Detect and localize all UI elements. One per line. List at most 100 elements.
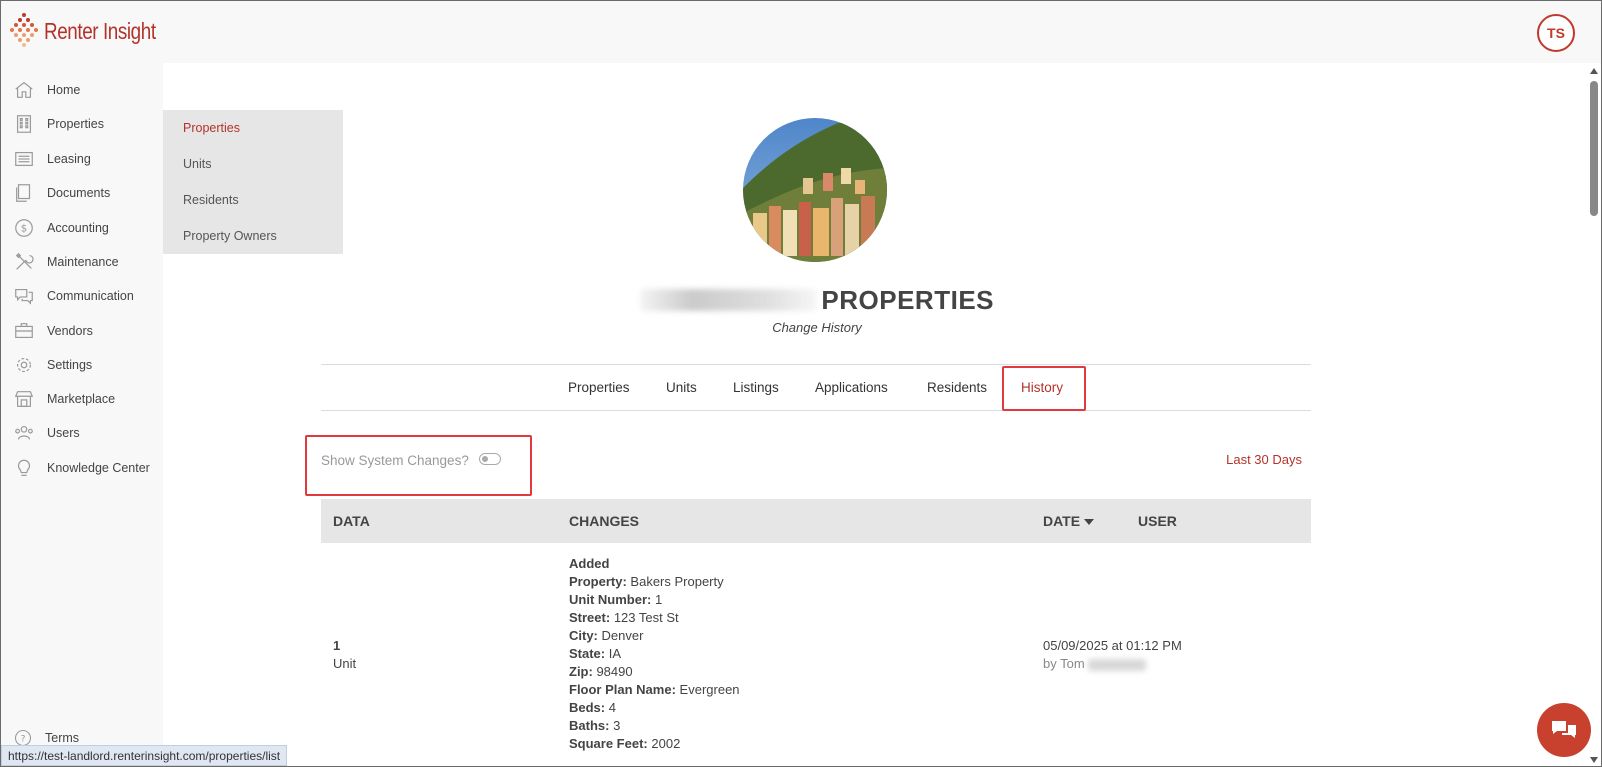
logo-dot: [18, 28, 22, 32]
data-value: 1: [333, 638, 341, 653]
sidebar-item-label: Documents: [47, 186, 111, 200]
change-label: City:: [569, 628, 598, 643]
change-line: Beds: 4: [569, 699, 740, 717]
logo-dot: [14, 33, 18, 37]
user-avatar[interactable]: TS: [1537, 14, 1575, 52]
logo-mark-icon: [10, 13, 40, 49]
sidebar-item-users[interactable]: Users: [13, 421, 80, 445]
change-label: Property:: [569, 574, 627, 589]
sidebar-item-vendors[interactable]: Vendors: [13, 319, 93, 343]
sidebar-item-knowledge-center[interactable]: Knowledge Center: [13, 456, 150, 480]
column-header-user[interactable]: USER: [1138, 513, 1177, 529]
logo-dot: [18, 18, 22, 22]
table-row-data-cell: 1 Unit: [333, 637, 356, 673]
sidebar-item-settings[interactable]: Settings: [13, 353, 92, 377]
top-header: Renter Insight TS: [1, 1, 1601, 63]
table-row-date-cell: 05/09/2025 at 01:12 PM by Tom: [1043, 637, 1182, 673]
logo-dot: [30, 23, 34, 27]
gear-icon: [16, 357, 32, 373]
property-photo: [743, 118, 887, 262]
page-title-row: PROPERTIES: [640, 283, 994, 317]
chat-icon: [15, 288, 33, 305]
logo-text: Renter Insight: [44, 17, 156, 44]
tabs-divider-bottom: [321, 410, 1311, 411]
change-label: Street:: [569, 610, 611, 625]
redacted-user: [1088, 658, 1147, 671]
changed-by: by Tom: [1043, 655, 1182, 673]
change-label: Unit Number:: [569, 592, 652, 607]
logo-dot: [26, 38, 30, 42]
system-changes-toggle[interactable]: [478, 453, 501, 465]
building-icon: [16, 115, 32, 133]
vertical-scrollbar[interactable]: [1587, 63, 1601, 766]
table-row-changes-cell: Added Property: Bakers Property Unit Num…: [569, 555, 740, 753]
change-line: Square Feet: 2002: [569, 735, 740, 753]
browser-status-url: https://test-landlord.renterinsight.com/…: [1, 745, 288, 766]
briefcase-icon: [15, 323, 33, 339]
sidebar-item-maintenance[interactable]: Maintenance: [13, 250, 119, 274]
chat-bubbles-icon: [1552, 721, 1576, 738]
scroll-thumb[interactable]: [1590, 81, 1598, 216]
logo[interactable]: Renter Insight: [10, 13, 180, 49]
tab-listings[interactable]: Listings: [733, 380, 779, 395]
change-label: Beds:: [569, 700, 606, 715]
change-line: Street: 123 Test St: [569, 609, 740, 627]
sidebar-item-marketplace[interactable]: Marketplace: [13, 387, 115, 411]
change-line: Unit Number: 1: [569, 591, 740, 609]
sidebar-item-label: Home: [47, 83, 81, 97]
submenu-item-property-owners[interactable]: Property Owners: [183, 229, 277, 243]
change-label: Square Feet:: [569, 736, 648, 751]
documents-icon: [16, 184, 31, 202]
column-header-changes[interactable]: CHANGES: [569, 513, 639, 529]
svg-text:$: $: [21, 224, 27, 235]
column-header-data[interactable]: DATA: [333, 513, 370, 529]
logo-dot: [18, 38, 22, 42]
date-range-link[interactable]: Last 30 Days: [1200, 452, 1302, 467]
list-icon: [15, 151, 33, 167]
submenu-item-units[interactable]: Units: [183, 157, 211, 171]
sidebar-item-home[interactable]: Home: [13, 78, 80, 102]
page-title: PROPERTIES: [821, 284, 994, 315]
change-value: Evergreen: [679, 682, 740, 697]
sidebar-item-label: Properties: [47, 117, 104, 131]
sidebar-item-documents[interactable]: Documents: [13, 181, 110, 205]
svg-text:?: ?: [21, 733, 26, 744]
home-icon: [15, 81, 33, 98]
data-type: Unit: [333, 656, 357, 671]
tab-applications[interactable]: Applications: [815, 380, 888, 395]
column-header-date-label: DATE: [1043, 513, 1081, 529]
sidebar: Home Properties Leasing Documents $ Acco…: [1, 63, 163, 766]
change-line: City: Denver: [569, 627, 740, 645]
sidebar-item-properties[interactable]: Properties: [13, 112, 104, 136]
users-icon: [15, 425, 33, 440]
properties-submenu: Properties Units Residents Property Owne…: [163, 110, 343, 254]
change-value: IA: [608, 646, 622, 661]
toggle-knob: [481, 456, 488, 462]
sidebar-item-label: Leasing: [47, 152, 91, 166]
tab-properties[interactable]: Properties: [568, 380, 630, 395]
sidebar-item-label: Settings: [47, 358, 93, 372]
change-label: Baths:: [569, 718, 610, 733]
terms-label: Terms: [45, 731, 80, 745]
tab-units[interactable]: Units: [666, 380, 697, 395]
sidebar-item-leasing[interactable]: Leasing: [13, 147, 91, 171]
chat-button[interactable]: [1537, 703, 1591, 757]
submenu-item-properties[interactable]: Properties: [183, 121, 240, 135]
column-header-date[interactable]: DATE: [1043, 513, 1095, 529]
tab-residents[interactable]: Residents: [927, 380, 987, 395]
scroll-up-arrow-icon[interactable]: [1590, 68, 1598, 74]
logo-dot: [22, 33, 26, 37]
dollar-icon: $: [15, 219, 33, 237]
page-subtitle: Change History: [772, 320, 862, 335]
change-value: 2002: [651, 736, 681, 751]
tools-icon: [15, 252, 34, 270]
sidebar-item-communication[interactable]: Communication: [13, 284, 134, 308]
submenu-item-residents[interactable]: Residents: [183, 193, 239, 207]
scroll-down-arrow-icon[interactable]: [1590, 757, 1598, 763]
change-value: Denver: [601, 628, 644, 643]
change-action: Added: [569, 556, 610, 571]
sidebar-item-accounting[interactable]: $ Accounting: [13, 216, 109, 240]
tabs-divider-top: [321, 364, 1311, 365]
tab-history[interactable]: History: [1021, 380, 1063, 395]
change-value: 1: [654, 592, 663, 607]
